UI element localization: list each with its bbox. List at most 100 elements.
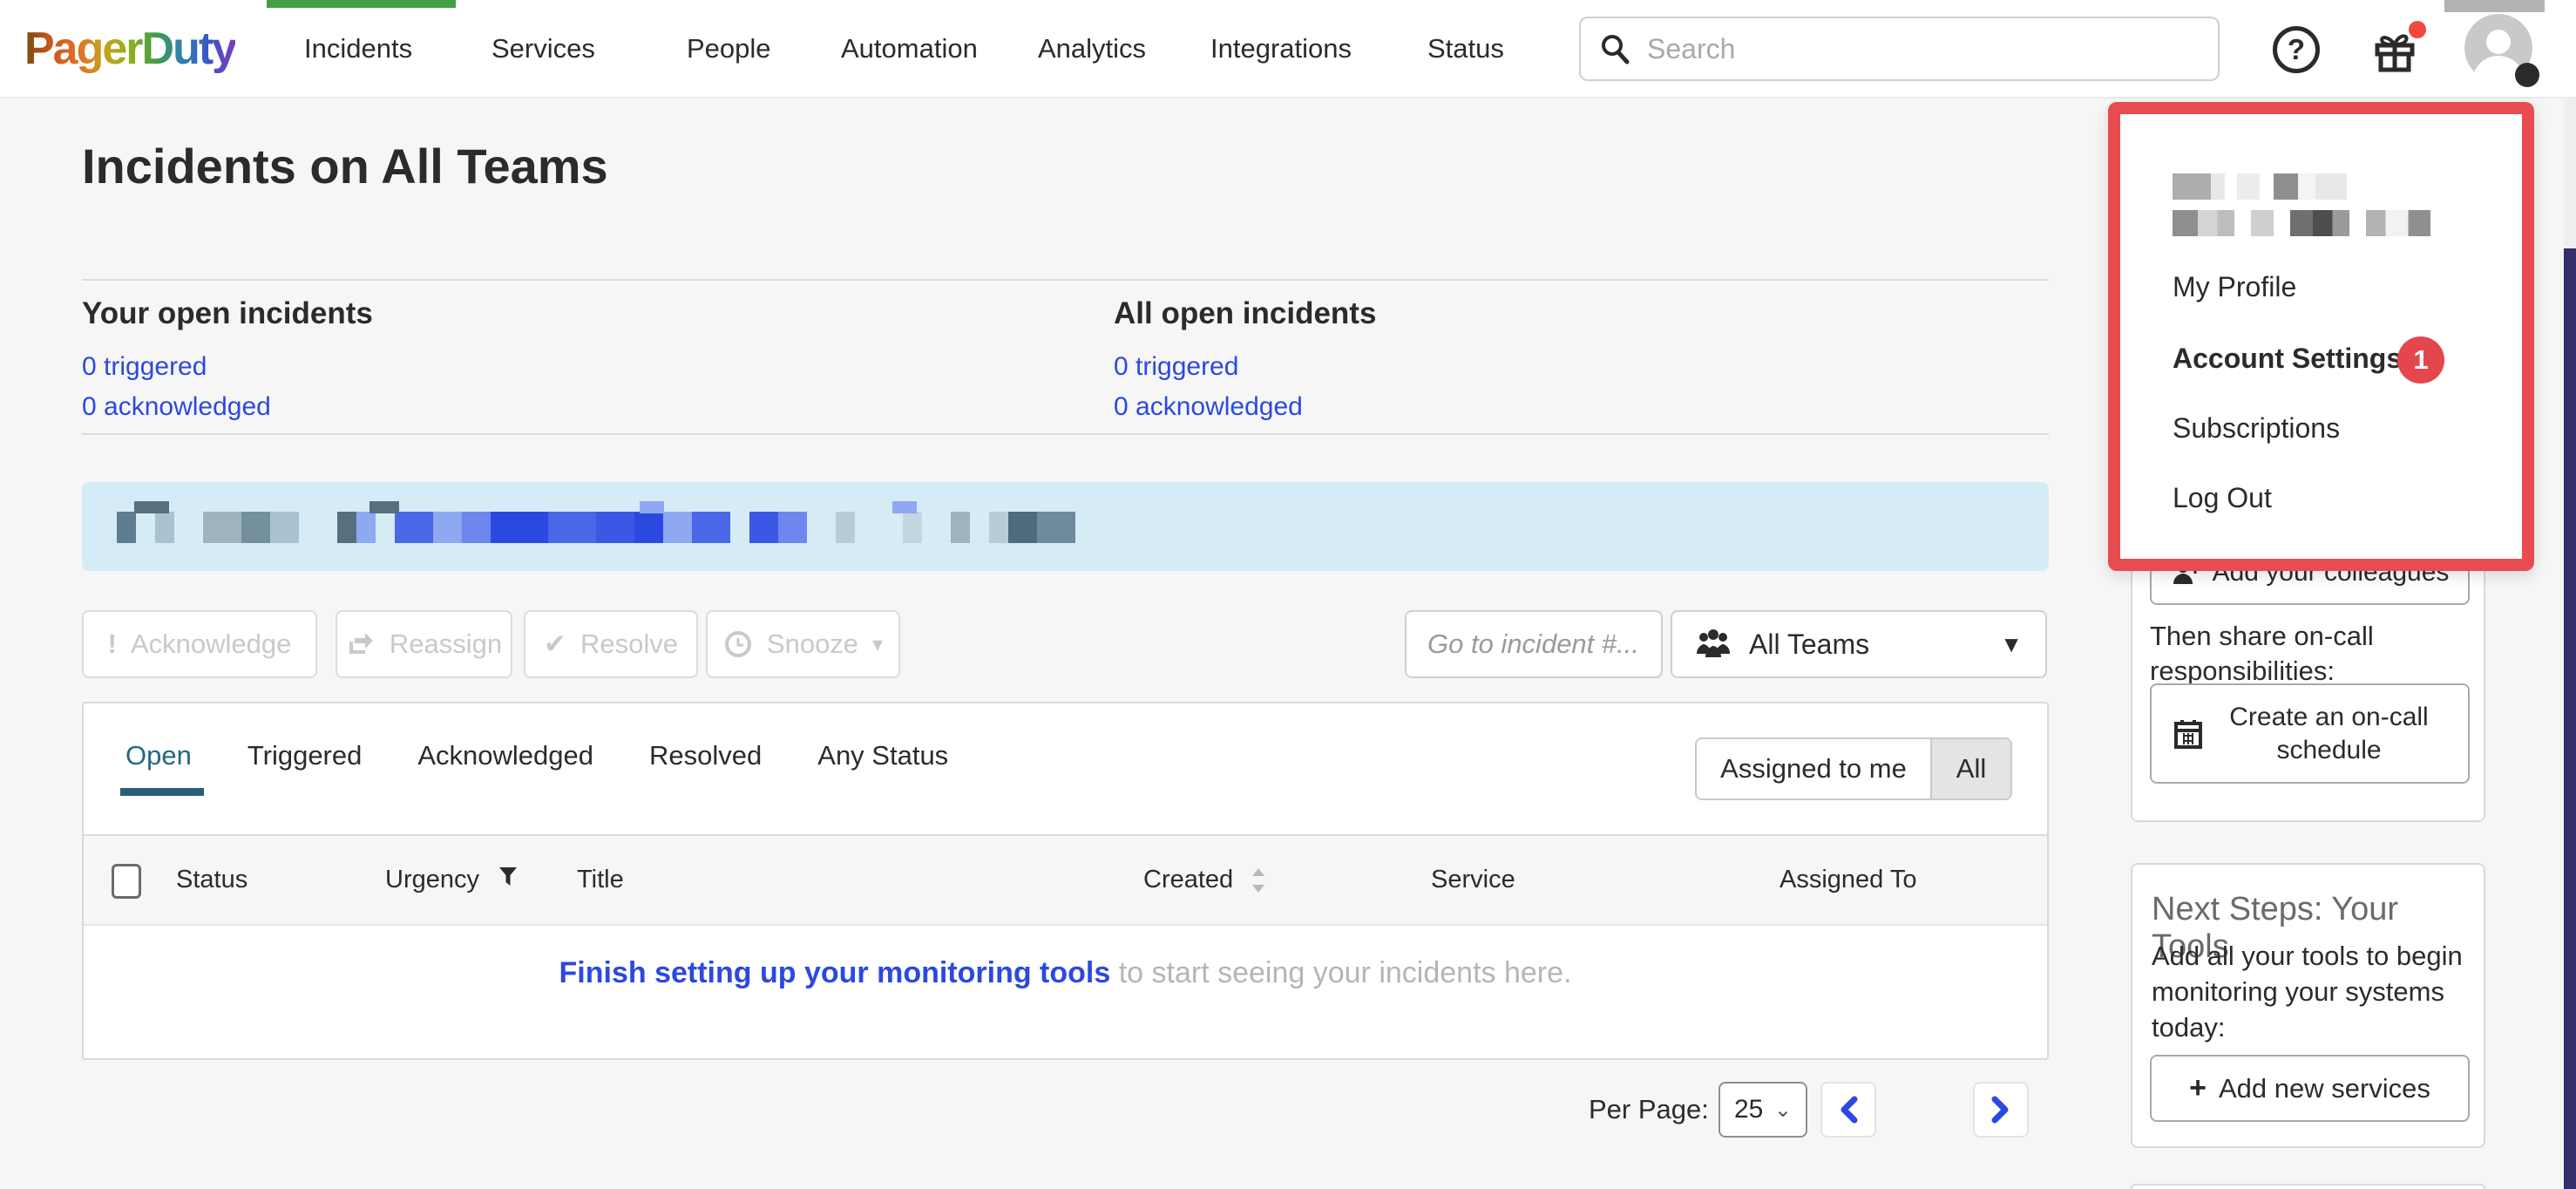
search-icon: [1598, 32, 1631, 65]
column-service[interactable]: Service: [1431, 866, 1515, 894]
your-open-incidents-title: Your open incidents: [82, 296, 373, 331]
acknowledge-label: Acknowledge: [131, 628, 291, 660]
all-open-incidents-title: All open incidents: [1114, 296, 1376, 331]
urgency-label: Urgency: [385, 866, 479, 893]
acknowledge-button[interactable]: ! Acknowledge: [82, 610, 317, 678]
goto-incident-input[interactable]: [1405, 610, 1663, 678]
per-page-label: Per Page:: [1589, 1094, 1709, 1125]
clock-icon: [723, 629, 753, 659]
column-urgency[interactable]: Urgency: [385, 866, 518, 894]
snooze-label: Snooze: [767, 628, 858, 660]
tab-open[interactable]: Open: [125, 740, 192, 796]
menu-item-account-settings[interactable]: Account Settings: [2173, 343, 2402, 375]
exclamation-icon: !: [108, 628, 117, 660]
share-oncall-text: Then share on-call responsibilities:: [2150, 619, 2464, 689]
sort-icon[interactable]: [1251, 866, 1266, 894]
nav-item-services[interactable]: Services: [491, 33, 595, 65]
filter-icon[interactable]: [498, 866, 518, 887]
redacted-user-email: [2173, 210, 2453, 236]
all-acknowledged-link[interactable]: 0 acknowledged: [1114, 392, 1376, 422]
tab-any-status[interactable]: Any Status: [817, 740, 948, 796]
your-acknowledged-link[interactable]: 0 acknowledged: [82, 392, 373, 422]
nav-item-integrations[interactable]: Integrations: [1210, 33, 1352, 65]
divider: [82, 433, 2049, 435]
notification-dot: [2409, 21, 2426, 38]
all-open-incidents-section: All open incidents 0 triggered 0 acknowl…: [1114, 296, 1376, 422]
menu-item-log-out[interactable]: Log Out: [2173, 482, 2272, 514]
finish-setup-link[interactable]: Finish setting up your monitoring tools: [559, 956, 1111, 989]
search-input[interactable]: [1647, 33, 2170, 65]
add-new-services-label: Add new services: [2219, 1073, 2430, 1104]
calendar-icon: [2174, 719, 2202, 749]
nav-item-automation[interactable]: Automation: [841, 33, 978, 65]
avatar-status-dot: [2515, 63, 2539, 87]
menu-item-my-profile[interactable]: My Profile: [2173, 271, 2296, 303]
table-header-row: Status Urgency Title Created Service Ass…: [84, 834, 2047, 926]
tab-resolved[interactable]: Resolved: [649, 740, 762, 796]
column-created[interactable]: Created: [1143, 866, 1266, 894]
info-banner-redacted: [82, 482, 2049, 571]
column-title[interactable]: Title: [577, 866, 624, 894]
reassign-button[interactable]: Reassign: [336, 610, 512, 678]
chevron-left-icon: [1837, 1096, 1860, 1124]
previous-page-button[interactable]: [1820, 1082, 1876, 1138]
your-triggered-link[interactable]: 0 triggered: [82, 352, 373, 382]
whats-new-button[interactable]: [2370, 26, 2423, 75]
column-assigned-to[interactable]: Assigned To: [1779, 866, 1916, 894]
incidents-card: Open Triggered Acknowledged Resolved Any…: [82, 702, 2049, 1060]
per-page-value: 25: [1734, 1095, 1763, 1124]
page-title: Incidents on All Teams: [82, 138, 608, 194]
assigned-to-me-segment[interactable]: Assigned to me: [1697, 739, 1930, 798]
select-all-checkbox[interactable]: [112, 864, 141, 899]
all-triggered-link[interactable]: 0 triggered: [1114, 352, 1376, 382]
nav-item-analytics[interactable]: Analytics: [1038, 33, 1146, 65]
next-steps-body: Add all your tools to begin monitoring y…: [2152, 938, 2465, 1045]
active-nav-indicator: [267, 0, 456, 8]
column-status[interactable]: Status: [176, 866, 247, 894]
tab-triggered[interactable]: Triggered: [247, 740, 363, 796]
snooze-button[interactable]: Snooze ▾: [706, 610, 900, 678]
next-page-button[interactable]: [1973, 1082, 2029, 1138]
top-nav-bar: PagerDuty Incidents Services People Auto…: [0, 0, 2576, 99]
redacted-banner-text: [117, 512, 1075, 543]
nav-item-status[interactable]: Status: [1427, 33, 1504, 65]
all-segment[interactable]: All: [1930, 739, 2010, 798]
per-page-select[interactable]: 25 ⌄: [1718, 1082, 1807, 1138]
pagerduty-app: PagerDuty Incidents Services People Auto…: [0, 0, 2576, 1189]
scrollbar-thumb[interactable]: [2564, 248, 2576, 1189]
help-icon[interactable]: ?: [2273, 26, 2320, 73]
teams-icon: [1695, 628, 1732, 661]
reassign-icon: [346, 629, 376, 659]
resolve-label: Resolve: [580, 628, 678, 660]
partial-card: [2131, 1184, 2485, 1189]
your-open-incidents-section: Your open incidents 0 triggered 0 acknow…: [82, 296, 373, 422]
create-schedule-label: Create an on-call schedule: [2213, 701, 2445, 767]
next-steps-card: Next Steps: Your Tools Add all your tool…: [2131, 863, 2485, 1148]
assignment-toggle: Assigned to me All: [1695, 737, 2012, 800]
pagerduty-logo[interactable]: PagerDuty: [24, 23, 235, 75]
chevron-right-icon: [1990, 1096, 2012, 1124]
empty-state-text: to start seeing your incidents here.: [1110, 956, 1571, 989]
teams-filter-label: All Teams: [1749, 628, 1869, 661]
chevron-down-icon: ▾: [872, 632, 883, 657]
global-search: [1579, 17, 2220, 81]
created-label: Created: [1143, 866, 1233, 893]
status-tabs: Open Triggered Acknowledged Resolved Any…: [125, 740, 948, 796]
nav-item-incidents[interactable]: Incidents: [304, 33, 412, 65]
step-annotation-badge: 1: [2397, 336, 2444, 384]
add-new-services-button[interactable]: + Add new services: [2150, 1055, 2470, 1122]
reassign-label: Reassign: [390, 628, 502, 660]
divider: [82, 279, 2049, 281]
check-icon: ✔: [544, 628, 566, 660]
teams-filter-dropdown[interactable]: All Teams ▼: [1671, 610, 2047, 678]
plus-icon: +: [2189, 1071, 2207, 1105]
user-menu-dropdown: My Profile Account Settings 1 Subscripti…: [2108, 102, 2534, 571]
resolve-button[interactable]: ✔ Resolve: [524, 610, 698, 678]
create-schedule-button[interactable]: Create an on-call schedule: [2150, 683, 2470, 784]
redacted-text-bar: [2444, 0, 2545, 12]
empty-state-message: Finish setting up your monitoring tools …: [84, 956, 2047, 990]
menu-item-subscriptions[interactable]: Subscriptions: [2173, 412, 2340, 445]
nav-item-people[interactable]: People: [687, 33, 771, 65]
tab-acknowledged[interactable]: Acknowledged: [417, 740, 593, 796]
redacted-user-name: [2173, 173, 2347, 200]
